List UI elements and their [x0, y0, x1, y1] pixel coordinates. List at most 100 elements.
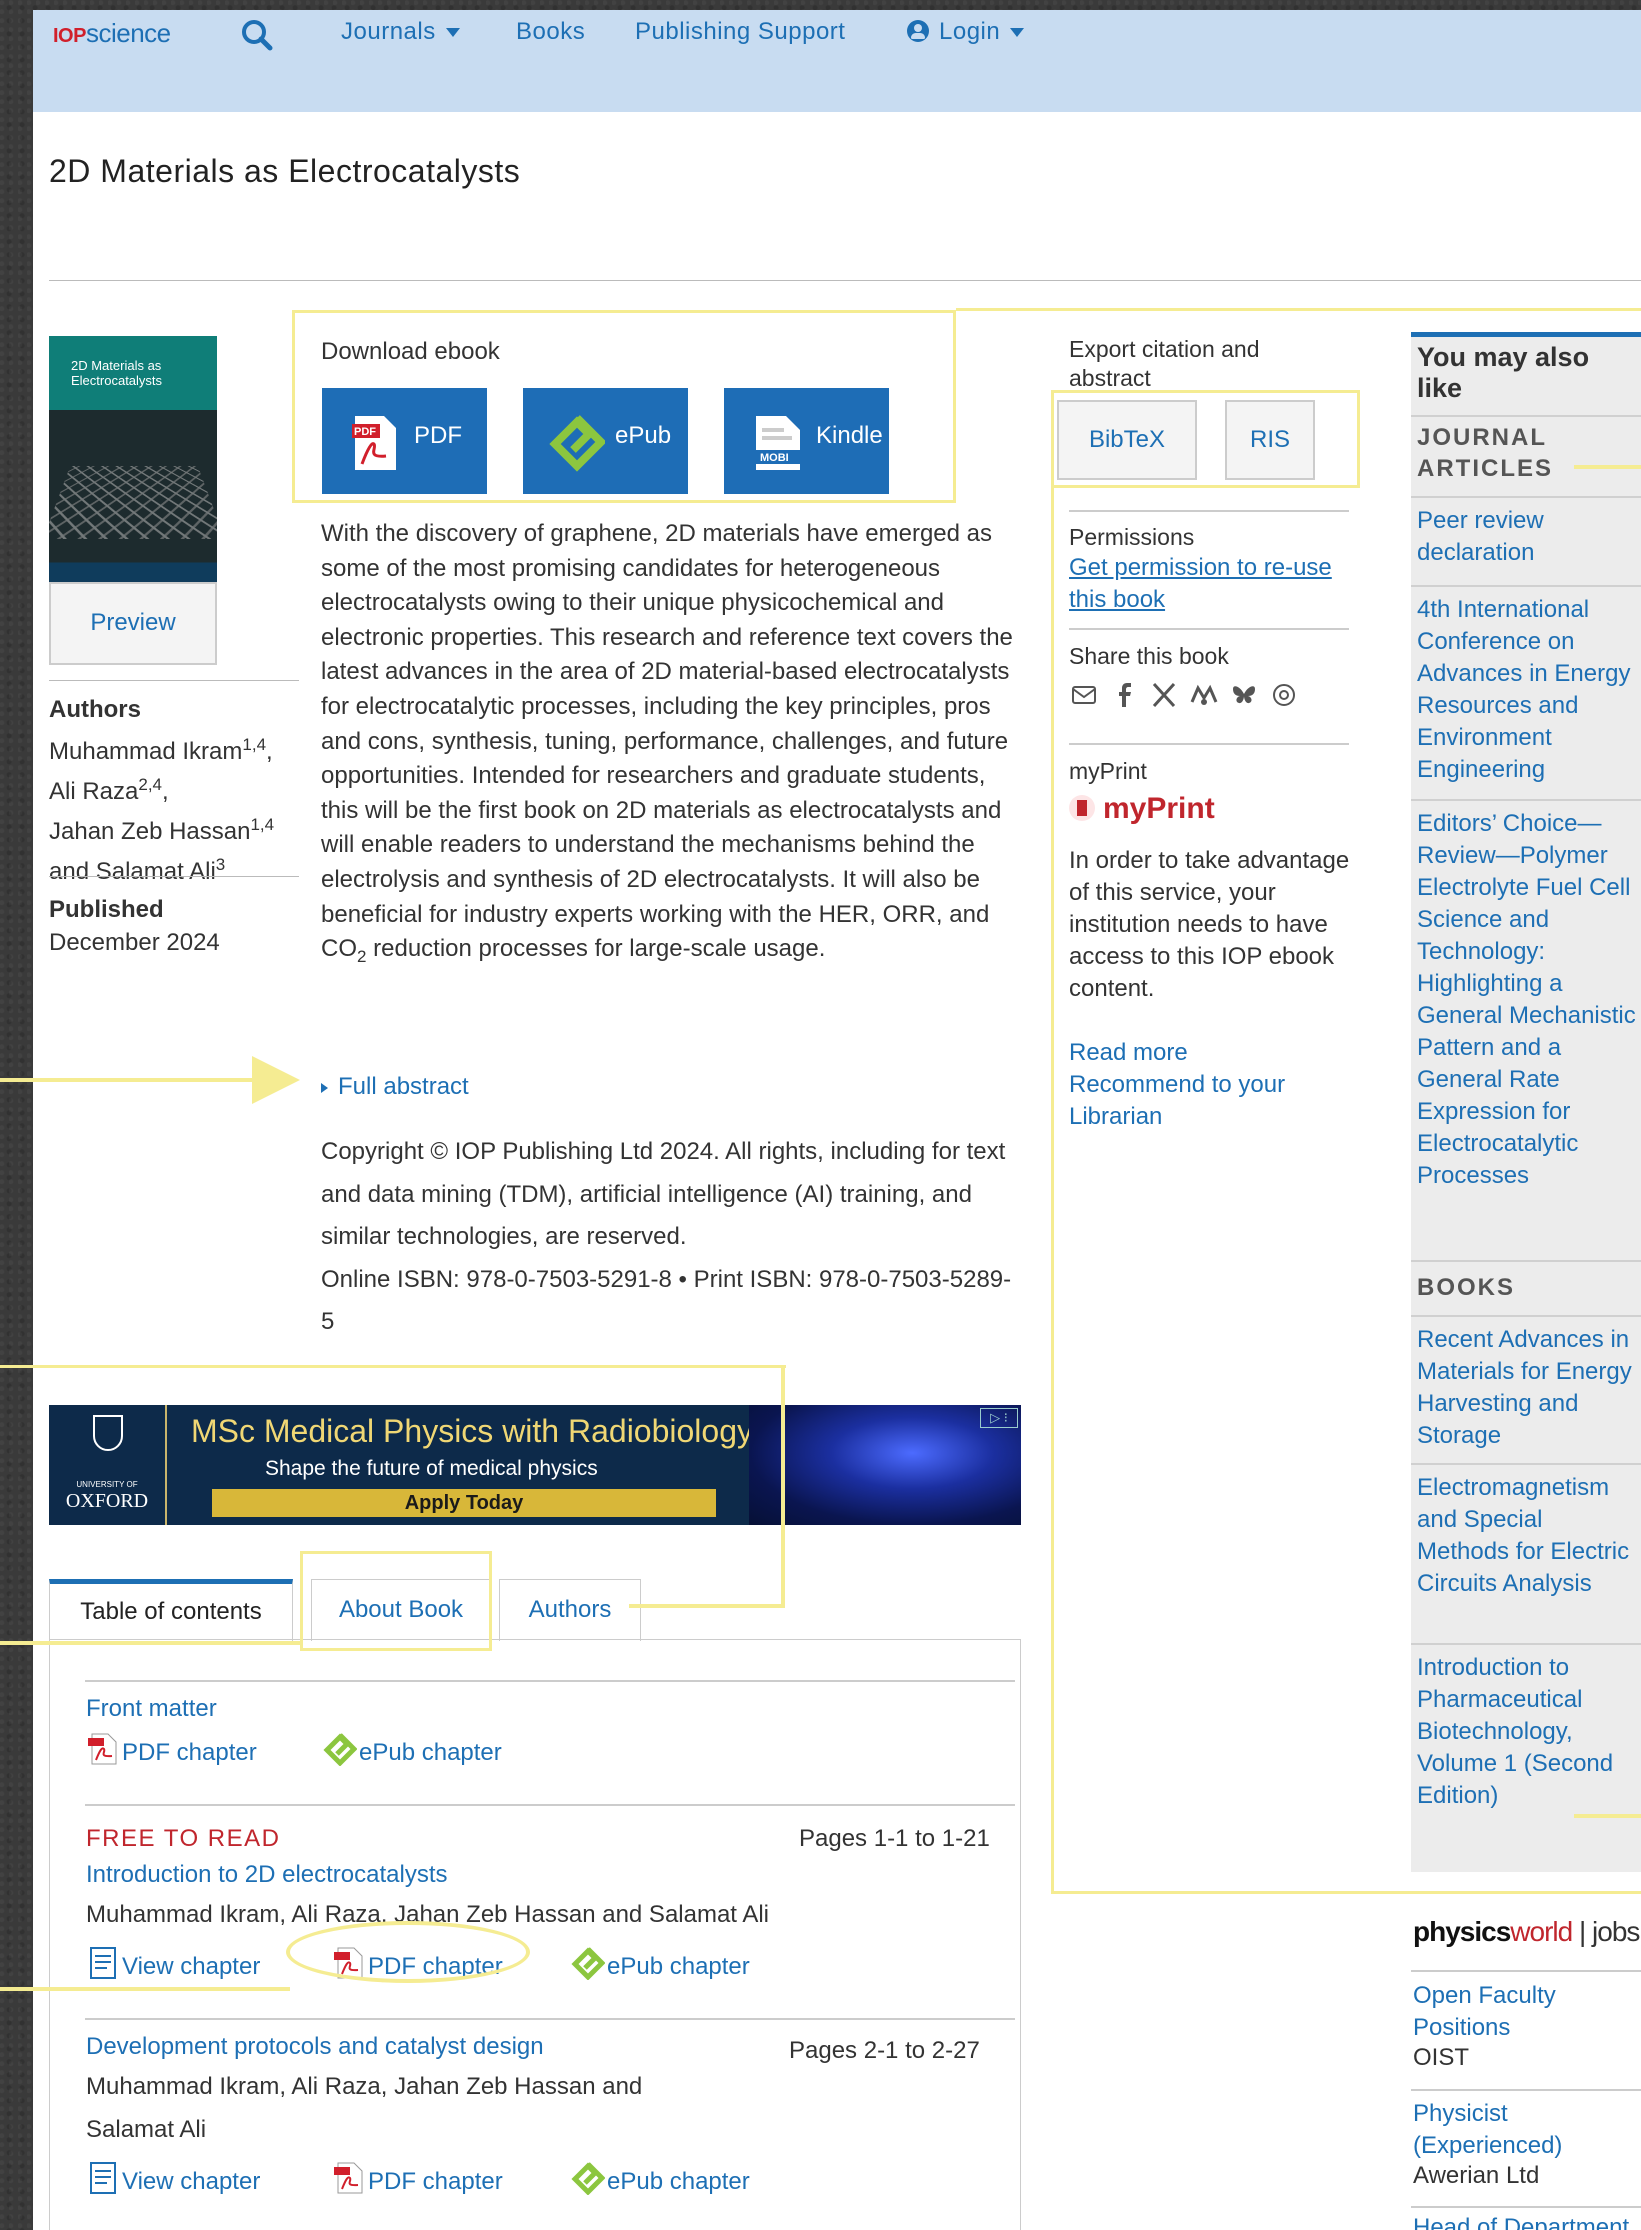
sidebar-heading: You may also like — [1417, 342, 1590, 403]
divider — [85, 1680, 1015, 1682]
ad-headline: MSc Medical Physics with Radiobiology — [191, 1413, 753, 1449]
chapter-1-epub-link[interactable]: ePub chapter — [571, 1946, 750, 1981]
ris-button[interactable]: RIS — [1225, 400, 1315, 480]
bluesky-icon[interactable] — [1229, 680, 1259, 710]
tab-about-book[interactable]: About Book — [311, 1579, 491, 1641]
published-date: December 2024 — [49, 929, 220, 956]
divider — [1411, 1315, 1641, 1317]
oxford-logo: UNIVERSITY OF OXFORD — [49, 1405, 167, 1525]
chevron-down-icon — [1010, 28, 1025, 38]
related-article-link[interactable]: Editors’ Choice—Review—Polymer Electroly… — [1417, 808, 1637, 1192]
chapter-1-pdf-link[interactable]: PDF chapter — [332, 1946, 503, 1981]
divider — [1411, 496, 1641, 498]
full-abstract-link[interactable]: Full abstract — [321, 1073, 469, 1101]
free-to-read-badge: FREE TO READ — [86, 1825, 281, 1852]
document-icon — [90, 1947, 116, 1979]
physicsworld-jobs-logo[interactable]: physicsworld | jobs — [1413, 1916, 1640, 1948]
divider — [49, 280, 1641, 281]
chapter-2-pdf-link[interactable]: PDF chapter — [332, 2161, 503, 2196]
toc-front-matter[interactable]: Front matter — [86, 1695, 217, 1723]
related-book-link[interactable]: Electromagnetism and Special Methods for… — [1417, 1472, 1637, 1600]
document-icon — [90, 2162, 116, 2194]
search-icon[interactable] — [238, 16, 278, 56]
related-book-link[interactable]: Introduction to Pharmaceutical Biotechno… — [1417, 1652, 1637, 1812]
front-matter-pdf-link[interactable]: PDF chapter — [86, 1732, 257, 1767]
facebook-icon[interactable] — [1109, 680, 1139, 710]
pdf-icon: PDF — [352, 416, 396, 470]
job-link[interactable]: Physicist (Experienced) — [1413, 2098, 1613, 2162]
triangle-right-icon — [321, 1082, 328, 1093]
preview-button[interactable]: Preview — [49, 582, 217, 665]
related-book-link[interactable]: Recent Advances in Materials for Energy … — [1417, 1324, 1637, 1452]
nav-journals[interactable]: Journals — [341, 18, 460, 46]
mendeley-icon[interactable] — [1189, 680, 1219, 710]
chapter-authors: Muhammad Ikram, Ali Raza, Jahan Zeb Hass… — [86, 1901, 769, 1928]
pdf-icon — [334, 2162, 363, 2194]
nav-books[interactable]: Books — [516, 18, 585, 46]
divider — [1411, 2089, 1641, 2091]
svg-text:MOBI: MOBI — [760, 452, 789, 464]
nav-publishing-support[interactable]: Publishing Support — [635, 18, 845, 46]
threads-icon[interactable] — [1269, 680, 1299, 710]
divider — [1411, 2206, 1641, 2208]
divider — [1411, 1463, 1641, 1465]
author-name[interactable]: Jahan Zeb Hassan1,4 — [49, 815, 274, 845]
pdf-icon — [334, 1947, 363, 1979]
user-icon — [907, 20, 929, 42]
book-cover[interactable]: 2D Materials as Electrocatalysts — [49, 336, 217, 582]
front-matter-epub-link[interactable]: ePub chapter — [323, 1732, 502, 1767]
divider — [1069, 628, 1349, 630]
read-more-link[interactable]: Read more — [1069, 1037, 1188, 1069]
job-link[interactable]: Open Faculty Positions — [1413, 1980, 1613, 2044]
chevron-down-icon — [445, 28, 460, 38]
chapter-authors: Muhammad Ikram, Ali Raza, Jahan Zeb Hass… — [86, 2073, 643, 2143]
divider — [1069, 743, 1349, 745]
chapter-title-link[interactable]: Development protocols and catalyst desig… — [86, 2033, 544, 2061]
nav-login[interactable]: Login — [907, 18, 1025, 46]
author-name[interactable]: and Salamat Ali3 — [49, 855, 225, 885]
divider — [1411, 1643, 1641, 1645]
chapter-title-link[interactable]: Introduction to 2D electrocatalysts — [86, 1861, 448, 1889]
download-epub-button[interactable]: ePub — [523, 388, 688, 494]
divider — [49, 876, 299, 877]
divider — [1411, 1970, 1641, 1972]
download-kindle-button[interactable]: MOBI Kindle — [724, 388, 889, 494]
x-icon[interactable] — [1149, 680, 1179, 710]
download-pdf-button[interactable]: PDF PDF — [322, 388, 487, 494]
mobi-icon: MOBI — [754, 416, 800, 470]
email-icon[interactable] — [1069, 680, 1099, 710]
chapter-2-epub-link[interactable]: ePub chapter — [571, 2161, 750, 2196]
copyright-text: Copyright © IOP Publishing Ltd 2024. All… — [321, 1138, 1006, 1250]
divider — [1069, 510, 1349, 512]
divider — [1411, 799, 1641, 801]
divider — [1411, 415, 1641, 417]
download-ebook-label: Download ebook — [321, 338, 500, 365]
related-article-link[interactable]: 4th International Conference on Advances… — [1417, 594, 1637, 786]
permissions-label: Permissions — [1069, 524, 1195, 550]
share-label: Share this book — [1069, 643, 1229, 669]
chapter-pages: Pages 1-1 to 1-21 — [799, 1825, 990, 1852]
oxford-ad-banner[interactable]: UNIVERSITY OF OXFORD MSc Medical Physics… — [49, 1405, 1021, 1525]
get-permission-link[interactable]: Get permission to re-use this book — [1069, 552, 1339, 616]
ad-apply-button[interactable]: Apply Today — [212, 1489, 716, 1517]
divider — [85, 2018, 1015, 2020]
recommend-librarian-link[interactable]: Recommend to your Librarian — [1069, 1069, 1329, 1133]
divider — [1411, 585, 1641, 587]
author-name[interactable]: Muhammad Ikram1,4 — [49, 735, 266, 765]
myprint-label: myPrint — [1069, 758, 1147, 784]
tab-authors[interactable]: Authors — [499, 1579, 641, 1641]
abstract-text: With the discovery of graphene, 2D mater… — [321, 520, 1013, 966]
job-link[interactable]: Head of Department — [1413, 2212, 1629, 2230]
chapter-2-view-link[interactable]: View chapter — [86, 2161, 260, 2196]
author-name[interactable]: Ali Raza2,4 — [49, 775, 162, 805]
myprint-logo: myPrint — [1069, 792, 1215, 826]
tab-table-of-contents[interactable]: Table of contents — [49, 1579, 293, 1641]
related-article-link[interactable]: Peer review declaration — [1417, 505, 1637, 569]
books-heading: BOOKS — [1417, 1274, 1516, 1301]
myprint-description: In order to take advantage of this servi… — [1069, 847, 1350, 1003]
bibtex-button[interactable]: BibTeX — [1057, 400, 1197, 480]
adchoices-icon[interactable]: ▷ ⁝ — [980, 1408, 1018, 1428]
iopscience-logo[interactable]: IOPscience — [53, 18, 171, 49]
copyright-block: Copyright © IOP Publishing Ltd 2024. All… — [321, 1131, 1041, 1344]
chapter-1-view-link[interactable]: View chapter — [86, 1946, 260, 1981]
